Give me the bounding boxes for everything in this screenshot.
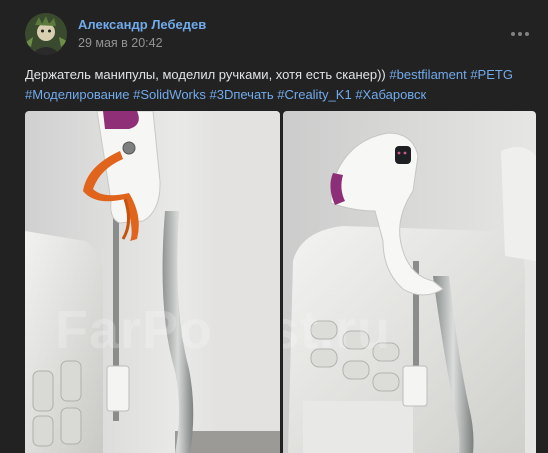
- dot: [525, 32, 529, 36]
- hashtag-link[interactable]: #Моделирование: [25, 87, 130, 102]
- avatar-image: [25, 13, 67, 55]
- post-text-body: Держатель манипулы, моделил ручками, хот…: [25, 67, 390, 82]
- hashtag-link[interactable]: #PETG: [470, 67, 513, 82]
- dot: [518, 32, 522, 36]
- post-date[interactable]: 29 мая в 20:42: [78, 36, 163, 50]
- hashtag-link[interactable]: #Хабаровск: [355, 87, 426, 102]
- post-text: Держатель манипулы, моделил ручками, хот…: [25, 65, 525, 105]
- author-name[interactable]: Александр Лебедев: [78, 17, 206, 32]
- dot: [511, 32, 515, 36]
- hashtag-link[interactable]: #Creality_K1: [277, 87, 351, 102]
- photo-left[interactable]: FarPo: [25, 111, 280, 453]
- more-horizontal-icon[interactable]: [508, 26, 532, 42]
- hashtag-link[interactable]: #bestfilament: [389, 67, 466, 82]
- photo-left-image: [25, 111, 280, 453]
- post-card: Александр Лебедев 29 мая в 20:42 Держате…: [0, 0, 548, 453]
- hashtag-link[interactable]: #3Dпечать: [210, 87, 274, 102]
- avatar[interactable]: [25, 13, 67, 55]
- photo-right-image: [283, 111, 536, 453]
- hashtag-link[interactable]: #SolidWorks: [133, 87, 206, 102]
- photo-right[interactable]: st.ru: [283, 111, 536, 453]
